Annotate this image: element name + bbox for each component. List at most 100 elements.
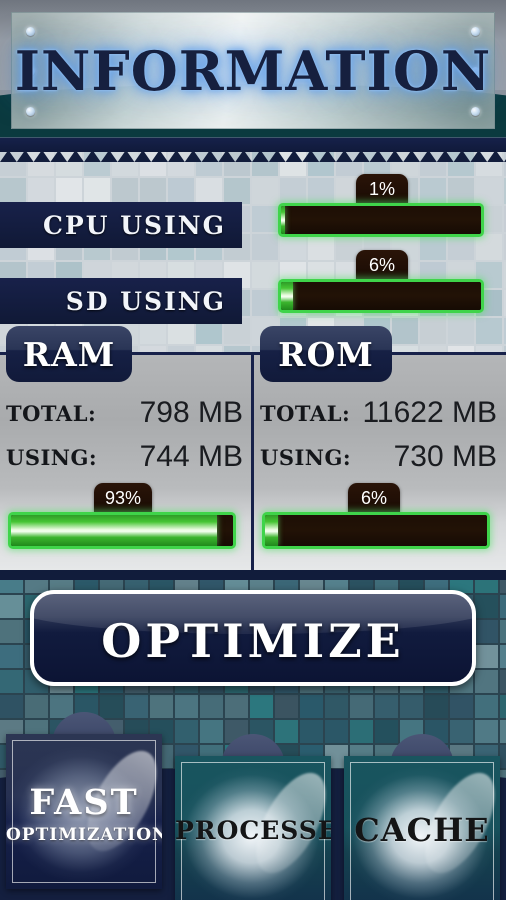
mosaic-tile	[475, 645, 498, 668]
stat-row-sd: SD USING 6%	[0, 250, 506, 324]
processes-button[interactable]: PROCESSES	[175, 734, 331, 900]
mosaic-tile	[475, 670, 498, 693]
cpu-progress-empty	[281, 206, 481, 234]
rom-panel: ROM TOTAL: 11622 MB USING: 730 MB 6%	[254, 326, 506, 570]
fast-optimization-subtitle: OPTIMIZATION	[6, 825, 162, 845]
ram-using-value: 744 MB	[139, 440, 243, 473]
mosaic-tile	[500, 595, 506, 618]
zigzag-divider	[0, 150, 506, 162]
rom-total-row: TOTAL: 11622 MB	[254, 391, 506, 435]
fast-optimization-card[interactable]: FAST OPTIMIZATION	[6, 734, 162, 889]
page-title: INFORMATION	[14, 39, 492, 103]
screw-bolt-icon	[471, 107, 480, 116]
rom-tab-label: ROM	[260, 326, 392, 382]
rom-progress-fill	[265, 515, 279, 546]
ram-progress-fill	[11, 515, 218, 546]
memory-panels: RAM TOTAL: 798 MB USING: 744 MB 93% ROM …	[0, 326, 506, 570]
optimize-button-label: OPTIMIZE	[101, 614, 405, 668]
sd-progress-empty	[281, 282, 481, 310]
ram-tab-label: RAM	[6, 326, 132, 382]
mosaic-tile	[56, 178, 82, 204]
mosaic-tile	[0, 670, 23, 693]
mosaic-tile	[475, 595, 498, 618]
rom-using-value: 730 MB	[393, 440, 497, 473]
cache-button[interactable]: CACHE	[344, 734, 500, 900]
cache-title: CACHE	[354, 811, 490, 849]
zigzag-teeth	[0, 150, 506, 162]
ram-total-row: TOTAL: 798 MB	[0, 391, 252, 435]
mosaic-tile	[0, 178, 26, 204]
mosaic-tile	[476, 178, 502, 204]
mosaic-tile	[175, 695, 198, 718]
mosaic-tile	[252, 178, 278, 204]
mosaic-tile	[500, 720, 506, 743]
rom-percent-badge: 6%	[348, 483, 400, 513]
mosaic-tile	[375, 695, 398, 718]
processes-card[interactable]: PROCESSES	[175, 756, 331, 900]
mosaic-tile	[300, 695, 323, 718]
mosaic-tile	[168, 178, 194, 204]
screw-bolt-icon	[471, 27, 480, 36]
rom-progress-empty	[265, 515, 487, 546]
sd-percent-badge: 6%	[356, 250, 408, 280]
information-screen: INFORMATION CPU USING 1% SD USING 6% RAM	[0, 0, 506, 900]
rom-total-key: TOTAL:	[260, 400, 351, 426]
header-area: INFORMATION	[0, 0, 506, 152]
ram-using-row: USING: 744 MB	[0, 435, 252, 479]
mosaic-tile	[200, 695, 223, 718]
header-plate: INFORMATION	[11, 12, 495, 129]
mosaic-tile	[280, 178, 306, 204]
mosaic-tile	[250, 695, 273, 718]
fast-optimization-button[interactable]: FAST OPTIMIZATION	[6, 712, 162, 889]
mosaic-tile	[450, 695, 473, 718]
mosaic-tile	[475, 620, 498, 643]
mosaic-tile	[400, 695, 423, 718]
screw-bolt-icon	[26, 27, 35, 36]
mosaic-tile	[325, 695, 348, 718]
cache-card[interactable]: CACHE	[344, 756, 500, 900]
lower-divider-band	[0, 570, 506, 580]
mosaic-tile	[500, 670, 506, 693]
mosaic-tile	[140, 178, 166, 204]
optimize-button[interactable]: OPTIMIZE	[30, 590, 476, 686]
mosaic-tile	[448, 178, 474, 204]
mosaic-tile	[0, 645, 23, 668]
mosaic-tile	[224, 178, 250, 204]
ram-using-key: USING:	[6, 444, 98, 470]
panel-divider	[251, 352, 254, 570]
cpu-progress-track	[278, 203, 484, 237]
mosaic-tile	[475, 695, 498, 718]
rom-using-row: USING: 730 MB	[254, 435, 506, 479]
mosaic-tile	[225, 695, 248, 718]
ram-total-value: 798 MB	[139, 396, 243, 429]
rom-using-key: USING:	[260, 444, 352, 470]
cpu-percent-badge: 1%	[356, 174, 408, 204]
ram-percent-badge: 93%	[94, 483, 153, 513]
mosaic-tile	[425, 695, 448, 718]
cpu-progress-fill	[281, 206, 286, 234]
sd-progress-track	[278, 279, 484, 313]
ram-total-key: TOTAL:	[6, 400, 97, 426]
rom-total-value: 11622 MB	[362, 396, 497, 429]
mosaic-tile	[500, 745, 506, 768]
stat-row-cpu: CPU USING 1%	[0, 174, 506, 248]
stat-label-cpu: CPU USING	[0, 202, 242, 248]
ram-progress-track	[8, 512, 236, 549]
mosaic-tile	[500, 645, 506, 668]
ram-panel: RAM TOTAL: 798 MB USING: 744 MB 93%	[0, 326, 252, 570]
mosaic-tile	[500, 695, 506, 718]
screw-bolt-icon	[26, 107, 35, 116]
mosaic-tile	[196, 178, 222, 204]
mosaic-tile	[275, 695, 298, 718]
mosaic-tile	[420, 178, 446, 204]
mosaic-tile	[84, 178, 110, 204]
mosaic-tile	[500, 620, 506, 643]
rom-progress-track	[262, 512, 490, 549]
mosaic-tile	[0, 620, 23, 643]
mosaic-tile	[28, 178, 54, 204]
processes-title: PROCESSES	[175, 816, 331, 845]
mosaic-tile	[350, 695, 373, 718]
fast-optimization-title: FAST	[29, 782, 139, 823]
sd-progress-fill	[281, 282, 293, 310]
mosaic-tile	[112, 178, 138, 204]
